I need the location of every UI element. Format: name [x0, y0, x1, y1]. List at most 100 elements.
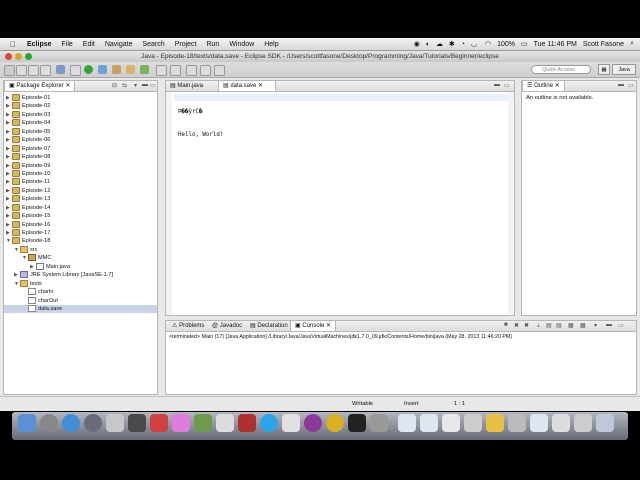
menu-file[interactable]: File	[57, 41, 78, 48]
display-console-icon[interactable]: ▦	[568, 322, 574, 329]
close-icon[interactable]: ✕	[326, 323, 331, 329]
run-icon[interactable]	[84, 65, 93, 74]
tree-item[interactable]: ▶ Episode-14	[4, 203, 157, 212]
tab-javadoc[interactable]: @ Javadoc	[208, 321, 246, 331]
stickies-icon[interactable]	[326, 414, 344, 432]
tab-package-explorer[interactable]: ▣ Package Explorer ✕	[4, 81, 76, 91]
view-menu-icon[interactable]: ▾	[594, 322, 597, 329]
collapse-all-icon[interactable]: ⊟	[112, 82, 117, 89]
view-menu-icon[interactable]: ▾	[134, 82, 137, 89]
tab-data-save[interactable]: ▤ data.save ✕	[218, 81, 276, 91]
open-perspective-icon[interactable]: ▦	[598, 64, 610, 75]
tree-item[interactable]: ▶ Episode-09	[4, 161, 157, 170]
minimize-window-button[interactable]	[15, 53, 22, 60]
terminate-icon[interactable]: ■	[504, 322, 508, 328]
new-icon[interactable]	[4, 65, 15, 76]
photo-booth-icon[interactable]	[238, 414, 256, 432]
minimize-icon[interactable]: ▬	[494, 82, 500, 88]
tree-item[interactable]: ▶ Episode-01	[4, 94, 157, 102]
document-stack-icon[interactable]	[442, 414, 460, 432]
tab-main-java[interactable]: ▤ Main.java	[166, 81, 224, 91]
folder-icon[interactable]	[420, 414, 438, 432]
documents-folder-icon[interactable]	[398, 414, 416, 432]
eclipse-icon[interactable]	[304, 414, 322, 432]
user-name[interactable]: Scott Fasone	[583, 41, 624, 48]
close-icon[interactable]: ✕	[65, 83, 70, 89]
pin-console-icon[interactable]: ▤	[556, 322, 562, 329]
save-icon[interactable]	[16, 65, 27, 76]
clock[interactable]: Tue 11:46 PM	[534, 41, 577, 48]
close-icon[interactable]: ✕	[555, 83, 560, 89]
tree-item[interactable]: ▶ Episode-13	[4, 195, 157, 203]
battery-percent[interactable]: 100%	[497, 41, 515, 48]
stack-icon[interactable]	[464, 414, 482, 432]
textedit-icon[interactable]	[282, 414, 300, 432]
new-java-project-icon[interactable]	[112, 65, 121, 74]
remove-launch-icon[interactable]: ✖	[514, 322, 519, 329]
menu-navigate[interactable]: Navigate	[100, 41, 138, 48]
mail-icon[interactable]	[106, 414, 124, 432]
stack-icon[interactable]	[508, 414, 526, 432]
minimize-icon[interactable]: ▬	[606, 322, 612, 328]
tab-problems[interactable]: ⚠ Problems	[168, 321, 208, 331]
save-all-icon[interactable]	[28, 65, 39, 76]
tree-item[interactable]: ▼ Episode-18	[4, 237, 157, 245]
maximize-icon[interactable]: ▭	[150, 82, 156, 89]
downloads-icon[interactable]	[552, 414, 570, 432]
link-editor-icon[interactable]: ⇆	[122, 82, 127, 89]
apple-menu-icon[interactable]: 	[0, 40, 22, 49]
print-icon[interactable]	[40, 65, 51, 76]
tab-declaration[interactable]: ▤ Declaration	[246, 321, 292, 331]
open-type-icon[interactable]	[156, 65, 167, 76]
minimize-icon[interactable]: ▬	[618, 82, 624, 88]
tree-item[interactable]: ▶ Main.java	[4, 262, 157, 271]
external-tools-icon[interactable]	[98, 65, 107, 74]
minecraft-icon[interactable]	[194, 414, 212, 432]
tree-item[interactable]: ▶ JRE System Library [JavaSE-1.7]	[4, 271, 157, 279]
menu-eclipse[interactable]: Eclipse	[22, 41, 57, 48]
tree-item[interactable]: ▶ Episode-02	[4, 102, 157, 110]
status-icons[interactable]: ◉ ◐ ☁ ✱ ◔ ◡	[414, 40, 479, 48]
tree-item[interactable]: ▶ Episode-08	[4, 153, 157, 161]
new-package-icon[interactable]	[126, 65, 135, 74]
skip-breakpoints-icon[interactable]	[70, 65, 81, 76]
tree-item[interactable]: ▶ Episode-12	[4, 186, 157, 195]
calendar-icon[interactable]	[150, 414, 168, 432]
debug-icon[interactable]	[56, 65, 65, 74]
tree-item[interactable]: ▼ MMC	[4, 254, 157, 262]
minimize-icon[interactable]: ▬	[142, 82, 148, 88]
spotlight-icon[interactable]: ⌕	[630, 40, 634, 48]
tree-item[interactable]: ▶ Episode-05	[4, 127, 157, 136]
finder-icon[interactable]	[18, 414, 36, 432]
terminal-icon[interactable]	[348, 414, 366, 432]
annotation-next-icon[interactable]	[186, 65, 197, 76]
tree-item[interactable]: ▶ Episode-15	[4, 212, 157, 220]
close-window-button[interactable]	[5, 53, 12, 60]
utility-icon[interactable]	[370, 414, 388, 432]
close-icon[interactable]: ✕	[258, 83, 263, 89]
launchpad-icon[interactable]	[40, 414, 58, 432]
menu-search[interactable]: Search	[138, 41, 170, 48]
back-icon[interactable]	[200, 65, 211, 76]
search-icon[interactable]	[170, 65, 181, 76]
folder-icon[interactable]	[530, 414, 548, 432]
menu-window[interactable]: Window	[224, 41, 259, 48]
remove-all-terminated-icon[interactable]: ✖	[524, 322, 529, 329]
menu-run[interactable]: Run	[201, 41, 224, 48]
new-class-icon[interactable]	[140, 65, 149, 74]
safari-icon[interactable]	[62, 414, 80, 432]
scroll-lock-icon[interactable]: ⇣	[536, 322, 541, 329]
tree-item[interactable]: charOut	[4, 296, 157, 305]
forward-icon[interactable]	[214, 65, 225, 76]
maximize-icon[interactable]: ▭	[628, 82, 634, 89]
itunes-icon[interactable]	[172, 414, 190, 432]
editor-text-area[interactable]: Þ��ÿrC� Hello, World!	[178, 94, 223, 154]
overview-ruler[interactable]	[508, 92, 513, 314]
maximize-icon[interactable]: ▭	[618, 322, 624, 329]
clear-console-icon[interactable]: ▤	[546, 322, 552, 329]
system-preferences-icon[interactable]	[128, 414, 146, 432]
tab-console[interactable]: ▣ Console ✕	[290, 321, 337, 331]
java-perspective-button[interactable]: Java	[612, 64, 636, 75]
tree-item[interactable]: ▶ Episode-17	[4, 229, 157, 237]
tree-item[interactable]: ▶ Episode-07	[4, 144, 157, 153]
